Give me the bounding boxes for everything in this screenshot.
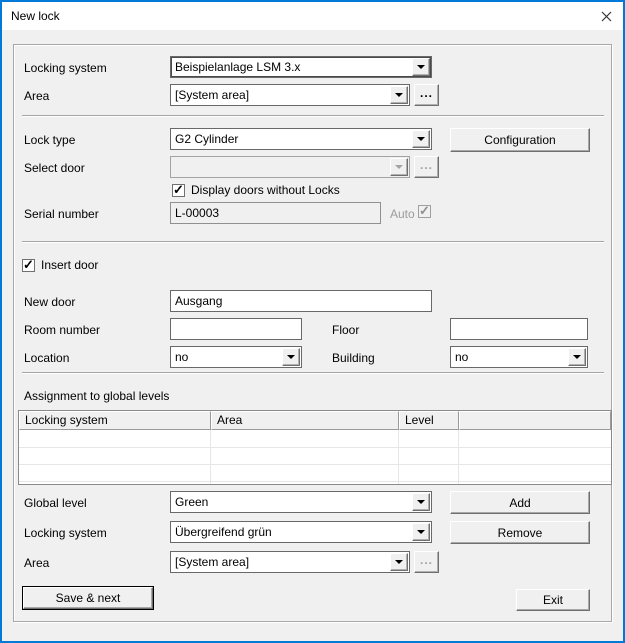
select-door-label: Select door: [24, 161, 85, 175]
building-select[interactable]: no: [450, 346, 588, 368]
separator: [22, 241, 604, 243]
global-level-value: Green: [175, 495, 409, 509]
check-icon: ✓: [173, 182, 184, 198]
room-number-input[interactable]: [170, 318, 302, 340]
locking-system-value: Beispielanlage LSM 3.x: [175, 60, 409, 74]
floor-label: Floor: [332, 323, 359, 337]
remove-button[interactable]: Remove: [450, 521, 590, 544]
grid-line: [19, 464, 611, 465]
serial-number-label: Serial number: [24, 207, 99, 221]
grid-line: [19, 481, 611, 482]
save-next-button[interactable]: Save & next: [23, 587, 153, 609]
area-select[interactable]: [System area]: [170, 84, 410, 106]
grid-line: [19, 447, 611, 448]
location-select[interactable]: no: [170, 346, 302, 368]
column-header-area[interactable]: Area: [211, 411, 399, 430]
auto-checkbox: ✓: [418, 205, 431, 218]
dropdown-arrow-icon[interactable]: [412, 130, 430, 148]
global-level-label: Global level: [24, 496, 87, 510]
close-button[interactable]: [595, 6, 617, 26]
assignment-locking-system-value: Übergreifend grün: [175, 525, 409, 539]
select-door-select: [170, 156, 410, 178]
assignment-table[interactable]: Locking system Area Level: [18, 410, 612, 485]
configuration-button[interactable]: Configuration: [450, 128, 590, 152]
grid-line: [398, 430, 399, 484]
global-level-select[interactable]: Green: [170, 491, 432, 513]
assignment-table-header: Locking system Area Level: [19, 411, 611, 430]
lock-type-select[interactable]: G2 Cylinder: [170, 128, 432, 150]
dropdown-arrow-icon[interactable]: [282, 348, 300, 366]
area-browse-button[interactable]: ...: [414, 84, 439, 106]
area-value: [System area]: [175, 88, 387, 102]
dropdown-arrow-icon[interactable]: [412, 493, 430, 511]
dropdown-arrow-icon[interactable]: [412, 523, 430, 541]
column-header-level[interactable]: Level: [399, 411, 459, 430]
column-header-empty[interactable]: [459, 411, 611, 430]
dropdown-arrow-icon[interactable]: [390, 553, 408, 571]
grid-line: [210, 430, 211, 484]
locking-system-label: Locking system: [24, 61, 107, 75]
assignment-locking-system-select[interactable]: Übergreifend grün: [170, 521, 432, 543]
display-doors-checkbox-label: Display doors without Locks: [191, 183, 340, 197]
exit-button[interactable]: Exit: [516, 589, 590, 611]
select-door-browse-button: ...: [414, 156, 439, 178]
checkbox-box[interactable]: ✓: [22, 259, 35, 272]
dropdown-arrow-icon[interactable]: [568, 348, 586, 366]
building-label: Building: [332, 351, 375, 365]
separator: [22, 115, 604, 117]
insert-door-checkbox[interactable]: ✓ Insert door: [22, 258, 98, 272]
new-door-label: New door: [24, 295, 75, 309]
check-icon: ✓: [23, 257, 34, 273]
floor-input[interactable]: [450, 318, 588, 340]
assignment-locking-system-label: Locking system: [24, 526, 107, 540]
assignment-area-browse-button: ...: [414, 551, 439, 573]
assignment-table-body[interactable]: [19, 430, 611, 484]
locking-system-select[interactable]: Beispielanlage LSM 3.x: [170, 56, 432, 78]
assignment-area-value: [System area]: [175, 555, 387, 569]
close-icon: [601, 11, 612, 22]
location-label: Location: [24, 351, 69, 365]
dropdown-arrow-icon[interactable]: [412, 58, 430, 76]
assignment-area-label: Area: [24, 556, 49, 570]
window-title: New lock: [11, 9, 60, 23]
assignment-area-select[interactable]: [System area]: [170, 551, 410, 573]
title-bar: New lock: [2, 2, 623, 30]
insert-door-checkbox-label: Insert door: [41, 258, 98, 272]
auto-label: Auto: [390, 207, 415, 221]
serial-number-input: [170, 202, 381, 224]
new-door-input[interactable]: [170, 290, 432, 312]
check-icon: ✓: [419, 203, 430, 219]
grid-line: [458, 430, 459, 484]
area-label: Area: [24, 89, 49, 103]
column-header-locking-system[interactable]: Locking system: [19, 411, 211, 430]
checkbox-box[interactable]: ✓: [172, 184, 185, 197]
checkbox-box: ✓: [418, 205, 431, 218]
separator: [22, 372, 604, 374]
building-value: no: [455, 350, 565, 364]
add-button[interactable]: Add: [450, 491, 590, 514]
assignment-title: Assignment to global levels: [24, 389, 169, 403]
display-doors-checkbox[interactable]: ✓ Display doors without Locks: [172, 183, 340, 197]
dropdown-arrow-icon[interactable]: [390, 86, 408, 104]
new-lock-dialog: New lock Locking system Beispielanlage L…: [0, 0, 625, 643]
location-value: no: [175, 350, 279, 364]
room-number-label: Room number: [24, 323, 100, 337]
lock-type-value: G2 Cylinder: [175, 132, 409, 146]
lock-type-label: Lock type: [24, 133, 75, 147]
dropdown-arrow-icon: [390, 158, 408, 176]
